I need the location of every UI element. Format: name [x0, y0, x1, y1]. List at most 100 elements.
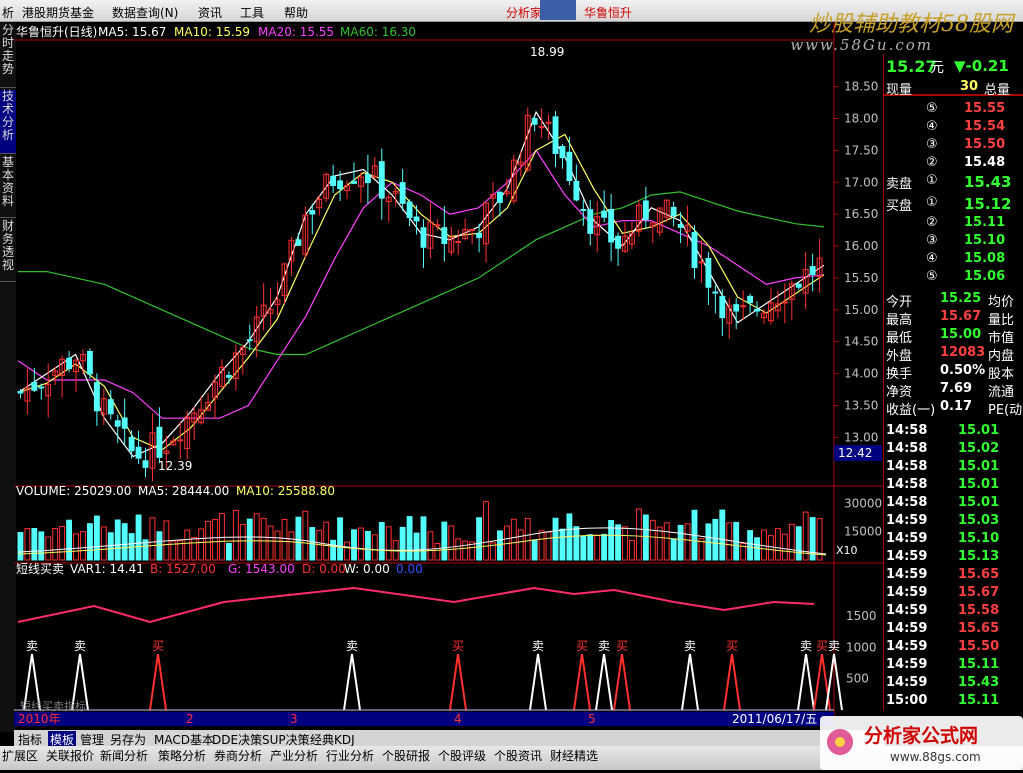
total-volume-label: 总量: [984, 83, 1011, 98]
volume-bar: [629, 539, 635, 561]
tick-time: 14:59: [886, 657, 928, 672]
menu-item-analysis[interactable]: 析: [2, 4, 14, 21]
tick-row: 15:00 15.11: [884, 692, 1023, 710]
stat-row: 最低 15.00 市值: [884, 326, 1023, 346]
app-logo-icon: [540, 0, 576, 20]
volume-bar: [121, 523, 128, 561]
stock-chart[interactable]: 卖卖买卖买卖买卖买卖买卖买卖 13.0013.5014.0014.5015.00…: [14, 22, 884, 730]
status-tab-stock-news[interactable]: 个股资讯: [494, 747, 542, 764]
formula-tab-bar: 指标 模板 管理 另存为 MACD基本 DDE决策 SUP决策 经典KDJ: [14, 730, 884, 748]
price-tick-label: 18.50: [844, 80, 878, 94]
stat-row: 净资 7.69 流通: [884, 380, 1023, 400]
volume-bar: [156, 531, 163, 561]
price-tick-label: 17.00: [844, 175, 878, 189]
tab-technical-label: 技术分析: [1, 89, 14, 142]
status-tab-news[interactable]: 新闻分析: [100, 747, 148, 764]
candle-body: [351, 180, 357, 184]
volume-bar: [323, 521, 330, 561]
candle-body: [31, 381, 38, 391]
high-price-label: 18.99: [530, 45, 564, 59]
candle-body: [246, 339, 253, 342]
volume-bar: [573, 526, 580, 561]
ma20-label: MA20: 15.55: [258, 25, 334, 39]
ask-price: 15.50: [964, 137, 1006, 152]
menu-item-data-query[interactable]: 数据查询(N): [112, 4, 178, 21]
sell-signal-label: 卖: [346, 639, 358, 653]
ask-price: 15.43: [964, 173, 1012, 191]
candle-body: [795, 283, 802, 288]
volume-bar: [670, 538, 677, 561]
volume-bar: [496, 530, 503, 561]
ask-row: 卖盘 ① 15.43: [884, 172, 1023, 192]
tick-row: 14:59 15.65: [884, 620, 1023, 638]
candle-body: [337, 180, 344, 190]
candle-body: [691, 231, 698, 269]
stat-row: 外盘 12083 内盘: [884, 344, 1023, 364]
volume-bar: [448, 525, 455, 561]
volume-bar: [531, 539, 538, 561]
sell-signal: [797, 653, 815, 711]
menu-item-tools[interactable]: 工具: [240, 4, 264, 21]
volume-bar: [455, 538, 462, 561]
candle-body: [86, 350, 93, 375]
volume-bar: [635, 508, 642, 561]
price-unit: 元: [930, 60, 944, 76]
ask-level-label: ⑤: [926, 101, 938, 116]
volume-bar: [399, 526, 406, 561]
menu-item-help[interactable]: 帮助: [284, 4, 308, 21]
tick-price: 15.67: [958, 585, 1000, 600]
date-label: 2011/06/17/五: [732, 712, 817, 726]
stat-label: 收益(一): [886, 403, 936, 418]
volume-bar: [580, 535, 587, 561]
candle-body: [809, 266, 816, 275]
status-tab-industry-chain[interactable]: 产业分析: [270, 747, 318, 764]
sell-signal-label: 卖: [800, 639, 812, 653]
tick-row: 14:58 15.02: [884, 440, 1023, 458]
ma5-label: MA5: 15.67: [98, 25, 166, 39]
tick-price: 15.65: [958, 621, 1000, 636]
volume-bar: [149, 517, 156, 561]
volume-bar: [239, 523, 246, 561]
buy-signal-label: 买: [616, 639, 628, 653]
ask-row: ⑤ 15.55: [884, 100, 1023, 118]
tick-time: 14:59: [886, 675, 928, 690]
status-tab-rating[interactable]: 个股评级: [438, 747, 486, 764]
volume-bar: [559, 528, 566, 561]
tick-time: 14:59: [886, 531, 928, 546]
volume-bar: [337, 517, 344, 561]
volume-bar: [712, 518, 719, 561]
menu-item-hk-futures[interactable]: 港股期货基金: [22, 4, 94, 21]
candle-body: [642, 200, 649, 220]
candle-body: [608, 208, 615, 243]
status-tab-research[interactable]: 个股研报: [382, 747, 430, 764]
tick-time: 14:59: [886, 513, 928, 528]
candle-body: [406, 201, 413, 219]
sell-signal: [595, 653, 613, 711]
ask-level-label: ④: [926, 119, 938, 134]
volume-bar: [344, 541, 350, 561]
month-label-5: 5: [588, 712, 596, 726]
status-tab-sector[interactable]: 行业分析: [326, 747, 374, 764]
volume-bar: [615, 524, 621, 561]
tick-price: 15.65: [958, 567, 1000, 582]
tick-row: 14:58 15.01: [884, 494, 1023, 512]
status-tab-extension[interactable]: 扩展区: [2, 747, 38, 764]
volume-bar: [656, 526, 663, 561]
g-label: G: 1543.00: [228, 562, 295, 576]
status-tab-strategy[interactable]: 策略分析: [158, 747, 206, 764]
menu-item-news[interactable]: 资讯: [198, 4, 222, 21]
volume-bar: [198, 528, 205, 561]
status-tab-related-quote[interactable]: 关联报价: [46, 747, 94, 764]
stat-label-right: PE(动): [988, 403, 1023, 418]
volume-bar: [24, 528, 31, 561]
status-tab-broker[interactable]: 券商分析: [214, 747, 262, 764]
ask-price: 15.54: [964, 119, 1006, 134]
volume-bar: [378, 521, 385, 561]
volume-bar: [594, 534, 601, 561]
volume-bar: [761, 529, 767, 561]
status-tab-finance-picks[interactable]: 财经精选: [550, 747, 598, 764]
volume-bar: [754, 537, 760, 561]
volume-scale-label: X10: [836, 544, 858, 557]
ask-row: ④ 15.54: [884, 118, 1023, 136]
ma20-line: [17, 149, 825, 419]
